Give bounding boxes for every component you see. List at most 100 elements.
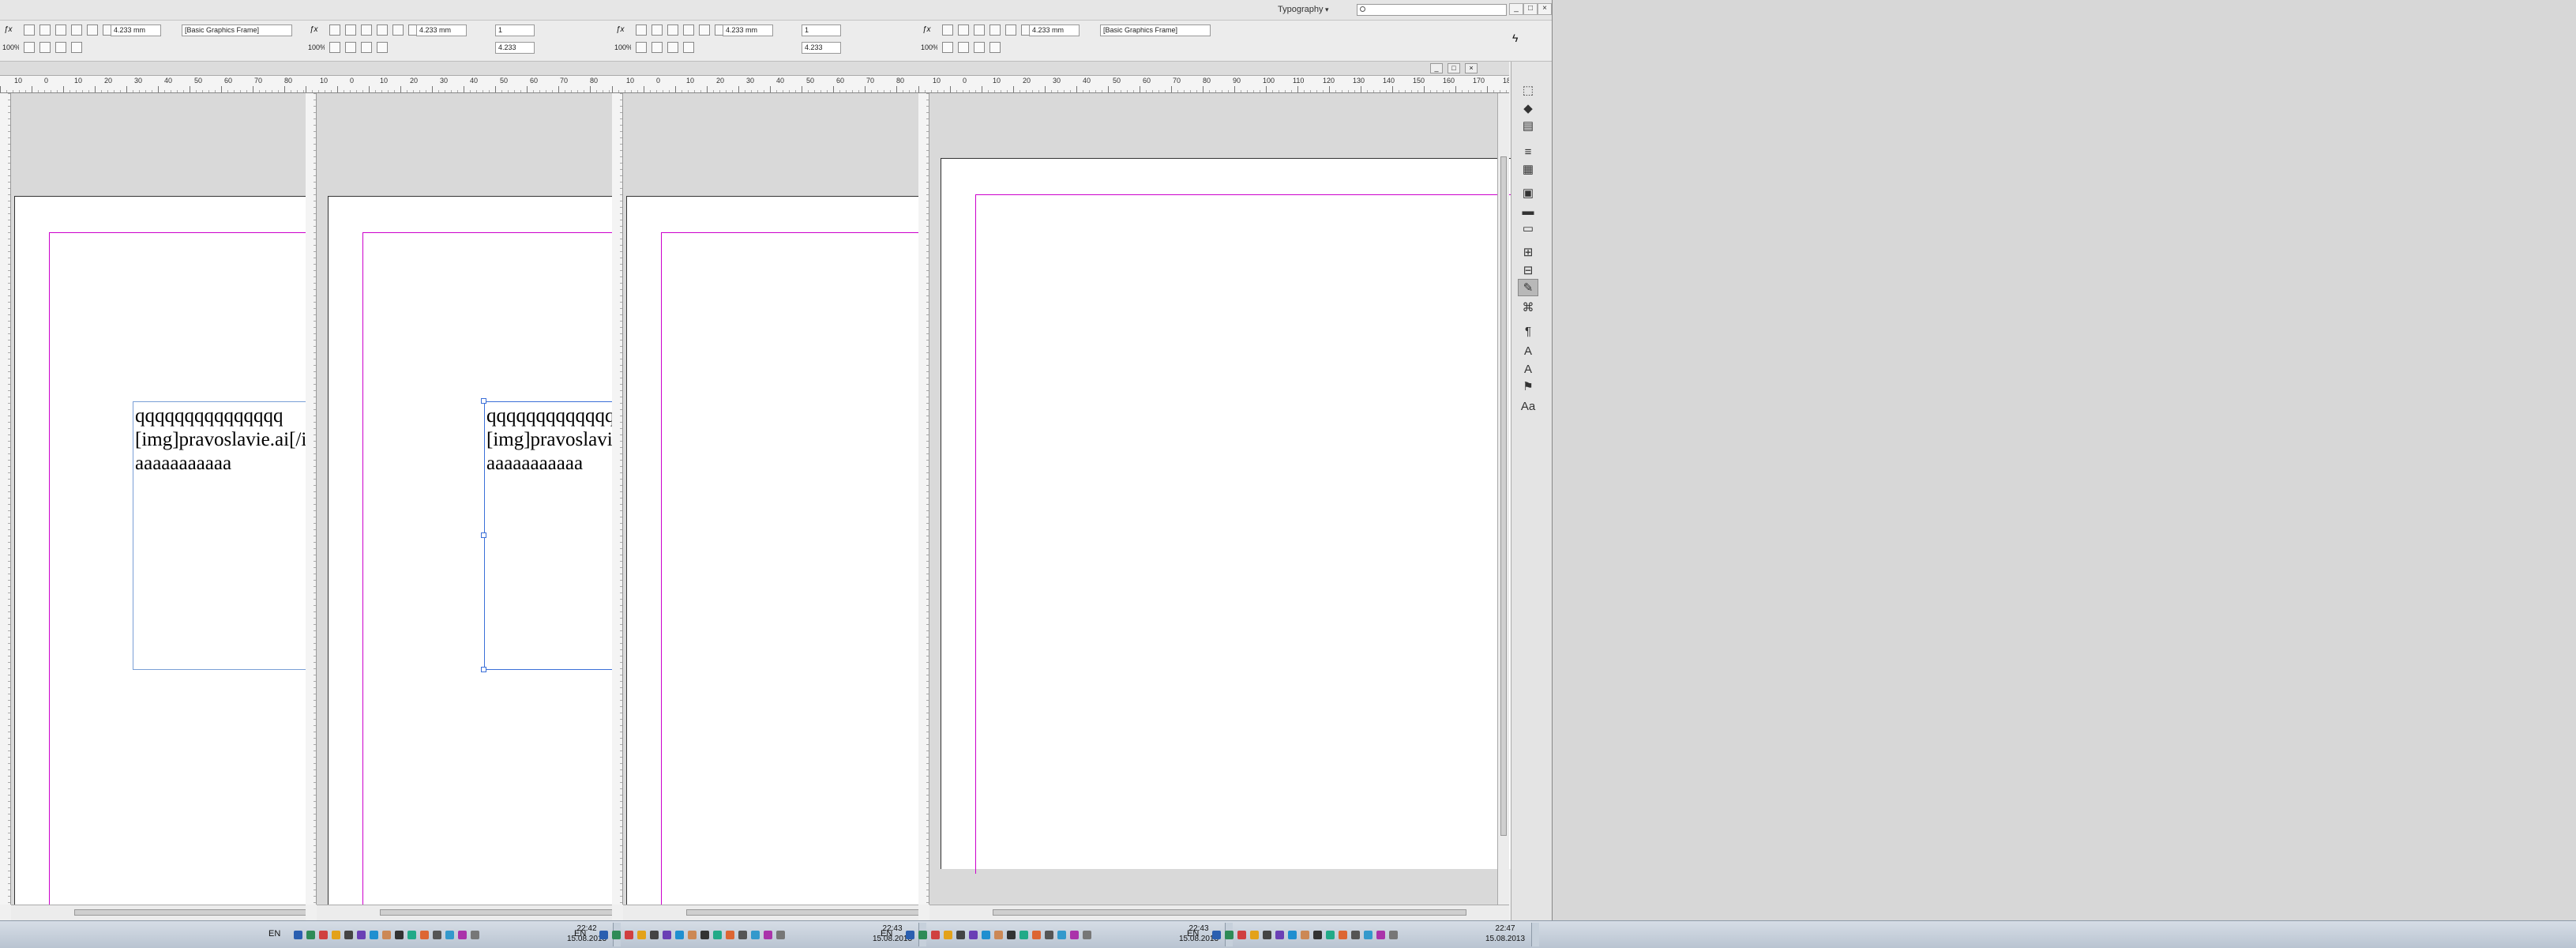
selection-handle[interactable] [481, 667, 486, 672]
tray-icon[interactable] [1301, 930, 1309, 939]
tray-icon[interactable] [332, 930, 340, 939]
control-toggle-icon[interactable] [636, 24, 647, 36]
document-window-button[interactable]: □ [1448, 63, 1460, 73]
tray-icon[interactable] [931, 930, 940, 939]
scroll-thumb[interactable] [1500, 156, 1507, 836]
align-icon[interactable] [345, 42, 356, 53]
align-icon[interactable] [636, 42, 647, 53]
stroke-weight-field[interactable]: 4.233 mm [416, 24, 467, 36]
script-label-icon[interactable]: ⌘ [1518, 299, 1538, 316]
vertical-ruler[interactable] [612, 93, 623, 905]
tray-icon[interactable] [1057, 930, 1066, 939]
tray-icon[interactable] [357, 930, 366, 939]
tray-icon[interactable] [306, 930, 315, 939]
language-indicator[interactable]: EN [881, 929, 892, 939]
tray-icon[interactable] [650, 930, 659, 939]
tray-icon[interactable] [726, 930, 734, 939]
scripts-icon[interactable]: ✎ [1518, 279, 1538, 296]
control-toggle-icon[interactable] [974, 24, 985, 36]
help-search-input[interactable] [1357, 4, 1507, 16]
tray-icon[interactable] [764, 930, 772, 939]
clock[interactable]: 22:47 15.08.2013 [1485, 924, 1525, 944]
control-toggle-icon[interactable] [683, 24, 694, 36]
tray-icon[interactable] [906, 930, 914, 939]
show-desktop-button[interactable] [1531, 923, 1539, 946]
align-icon[interactable] [329, 42, 340, 53]
align-icon[interactable] [942, 42, 953, 53]
control-toggle-icon[interactable] [989, 24, 1001, 36]
align-icon[interactable] [39, 42, 51, 53]
tray-icon[interactable] [1313, 930, 1322, 939]
tray-icon[interactable] [1263, 930, 1271, 939]
stroke-icon[interactable]: ≡ [1518, 143, 1538, 160]
control-toggle-icon[interactable] [71, 24, 82, 36]
vertical-ruler[interactable] [306, 93, 317, 905]
tray-icon[interactable] [1083, 930, 1091, 939]
effects-icon[interactable]: ▭ [1518, 220, 1538, 237]
tray-icon[interactable] [688, 930, 697, 939]
tags-icon[interactable]: ⚑ [1518, 378, 1538, 395]
control-toggle-icon[interactable] [652, 24, 663, 36]
language-indicator[interactable]: EN [268, 929, 280, 939]
tray-icon[interactable] [1339, 930, 1347, 939]
align-icon[interactable] [974, 42, 985, 53]
stroke-weight-field[interactable]: 4.233 mm [723, 24, 773, 36]
swatches-icon[interactable]: ▦ [1518, 160, 1538, 178]
tray-icon[interactable] [471, 930, 479, 939]
document-window-button[interactable]: × [1465, 63, 1478, 73]
tray-icon[interactable] [344, 930, 353, 939]
tray-icon[interactable] [599, 930, 608, 939]
tray-icon[interactable] [1070, 930, 1079, 939]
close-button[interactable]: × [1538, 3, 1552, 15]
tray-icon[interactable] [1326, 930, 1335, 939]
language-indicator[interactable]: EN [574, 929, 586, 939]
pathfinder-icon[interactable]: ⊟ [1518, 261, 1538, 279]
align-icon[interactable] [24, 42, 35, 53]
tray-icon[interactable] [407, 930, 416, 939]
control-toggle-icon[interactable] [958, 24, 969, 36]
control-toggle-icon[interactable] [345, 24, 356, 36]
tray-icon[interactable] [625, 930, 633, 939]
tray-icon[interactable] [1007, 930, 1016, 939]
tray-icon[interactable] [612, 930, 621, 939]
align-icon[interactable]: ⊞ [1518, 243, 1538, 261]
gradient-icon[interactable]: ▬ [1518, 202, 1538, 220]
tray-icon[interactable] [944, 930, 952, 939]
color-icon[interactable]: ▣ [1518, 184, 1538, 201]
control-toggle-icon[interactable] [87, 24, 98, 36]
minimize-button[interactable]: _ [1509, 3, 1523, 15]
links-icon[interactable]: ▤ [1518, 117, 1538, 134]
tray-icon[interactable] [751, 930, 760, 939]
number-field-2[interactable]: 4.233 [495, 42, 535, 54]
zoom-field[interactable]: 100% [612, 43, 631, 55]
tray-icon[interactable] [994, 930, 1003, 939]
zoom-field[interactable]: 100% [918, 43, 937, 55]
vertical-ruler[interactable] [918, 93, 929, 905]
control-toggle-icon[interactable] [329, 24, 340, 36]
control-toggle-icon[interactable] [55, 24, 66, 36]
character-styles-icon[interactable]: A [1518, 360, 1538, 378]
effects-icon[interactable]: ƒx [310, 25, 321, 36]
tray-icon[interactable] [420, 930, 429, 939]
vertical-ruler[interactable] [0, 93, 11, 905]
control-toggle-icon[interactable] [667, 24, 678, 36]
tray-icon[interactable] [1376, 930, 1385, 939]
tray-icon[interactable] [1250, 930, 1259, 939]
tray-icon[interactable] [969, 930, 978, 939]
tray-icon[interactable] [1389, 930, 1398, 939]
tray-icon[interactable] [1237, 930, 1246, 939]
tray-icon[interactable] [700, 930, 709, 939]
control-toggle-icon[interactable] [39, 24, 51, 36]
stroke-weight-field[interactable]: 4.233 mm [111, 24, 161, 36]
layers-icon[interactable]: ◆ [1518, 100, 1538, 117]
effects-icon[interactable]: ƒx [616, 25, 627, 36]
tray-icon[interactable] [395, 930, 404, 939]
align-icon[interactable] [361, 42, 372, 53]
control-toggle-icon[interactable] [699, 24, 710, 36]
zoom-field[interactable]: 100% [0, 43, 19, 55]
number-field[interactable]: 1 [495, 24, 535, 36]
align-icon[interactable] [377, 42, 388, 53]
tray-icon[interactable] [982, 930, 990, 939]
effects-icon[interactable]: ƒx [4, 25, 15, 36]
tray-icon[interactable] [319, 930, 328, 939]
